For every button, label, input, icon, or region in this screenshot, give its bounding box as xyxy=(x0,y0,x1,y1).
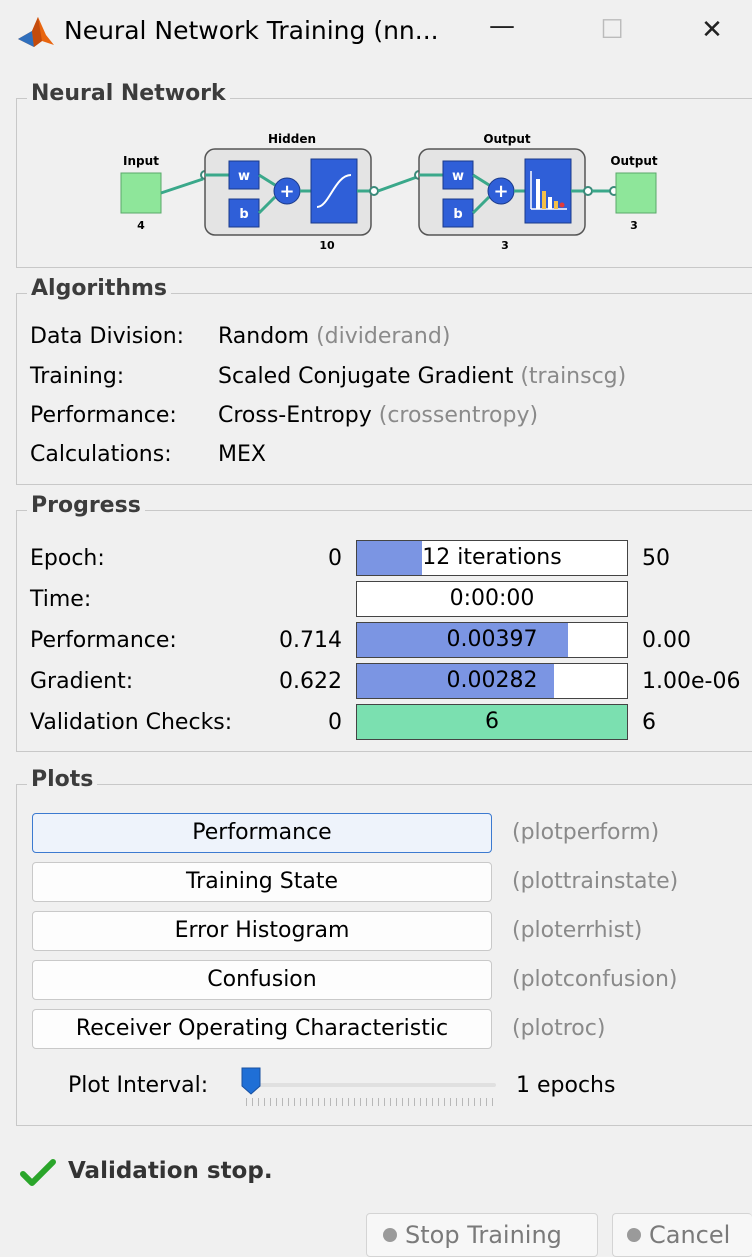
connector-line xyxy=(377,175,418,193)
output-bias-label: b xyxy=(453,207,462,222)
progress-start-performance: 0.714 xyxy=(279,628,342,653)
output-weight-label: w xyxy=(452,169,464,184)
plot-interval-value: 1 epochs xyxy=(516,1073,616,1098)
algo-value-calculations: MEX xyxy=(218,442,266,467)
algo-value-performance: Cross-Entropy (crossentropy) xyxy=(218,403,538,428)
algo-fn: (trainscg) xyxy=(520,364,627,389)
window-title: Neural Network Training (nn... xyxy=(64,16,439,45)
matlab-logo-icon xyxy=(18,17,54,47)
progress-label-validation: Validation Checks: xyxy=(30,710,233,735)
algo-value: MEX xyxy=(218,442,266,467)
algo-label-calculations: Calculations: xyxy=(30,442,172,467)
plot-interval-slider-thumb[interactable] xyxy=(240,1066,262,1096)
progress-start-epoch: 0 xyxy=(328,546,342,571)
output-layer-label: Output xyxy=(483,132,531,146)
input-size: 4 xyxy=(137,219,145,232)
stop-dot-icon xyxy=(383,1228,397,1242)
training-state-plot-button[interactable]: Training State xyxy=(32,862,492,902)
progress-end-epoch: 50 xyxy=(642,546,670,571)
algo-fn: (crossentropy) xyxy=(378,403,539,428)
algo-value-training: Scaled Conjugate Gradient (trainscg) xyxy=(218,364,626,389)
network-diagram: Input 4 Hidden w b + 10 Output w b + 3 O… xyxy=(120,132,658,252)
progress-start-validation: 0 xyxy=(328,710,342,735)
status-text: Validation stop. xyxy=(68,1158,273,1184)
progress-bar-gradient: 0.00282 xyxy=(356,663,628,699)
confusion-plot-button[interactable]: Confusion xyxy=(32,960,492,1000)
stop-training-label: Stop Training xyxy=(405,1221,562,1249)
hidden-bias-label: b xyxy=(239,207,248,222)
stop-training-button[interactable]: Stop Training xyxy=(366,1213,598,1257)
plot-fn-label: (ploterrhist) xyxy=(512,918,643,943)
progress-bar-text: 0.00282 xyxy=(446,668,538,693)
progress-label-gradient: Gradient: xyxy=(30,669,134,694)
output-layer-size: 3 xyxy=(501,239,509,252)
output-activation-box xyxy=(524,158,572,224)
cancel-button[interactable]: Cancel xyxy=(612,1213,752,1257)
hidden-activation-box xyxy=(310,158,358,224)
performance-plot-button[interactable]: Performance xyxy=(32,813,492,853)
output-node xyxy=(615,172,657,214)
plot-interval-label: Plot Interval: xyxy=(68,1073,209,1098)
progress-end-gradient: 1.00e-06 xyxy=(642,669,741,694)
cancel-label: Cancel xyxy=(649,1221,731,1249)
algo-value: Scaled Conjugate Gradient xyxy=(218,364,514,389)
progress-bar-text: 12 iterations xyxy=(422,545,562,570)
plus-icon: + xyxy=(493,181,508,202)
close-button[interactable]: ✕ xyxy=(690,10,734,50)
progress-label-epoch: Epoch: xyxy=(30,546,105,571)
plot-fn-label: (plotconfusion) xyxy=(512,967,678,992)
minimize-button[interactable]: — xyxy=(480,6,524,46)
algo-label-data-division: Data Division: xyxy=(30,324,185,349)
plot-interval-slider-track[interactable] xyxy=(246,1083,496,1087)
progress-bar-epoch: 12 iterations xyxy=(356,540,628,576)
progress-label-time: Time: xyxy=(30,587,92,612)
algo-value: Cross-Entropy xyxy=(218,403,372,428)
panel-legend: Progress xyxy=(27,493,145,518)
cancel-dot-icon xyxy=(627,1228,641,1242)
progress-start-gradient: 0.622 xyxy=(279,669,342,694)
algo-value: Random xyxy=(218,324,310,349)
input-node xyxy=(120,172,162,214)
output-size: 3 xyxy=(630,219,638,232)
progress-bar-time: 0:00:00 xyxy=(356,581,628,617)
plot-fn-label: (plottrainstate) xyxy=(512,869,679,894)
title-bar[interactable]: Neural Network Training (nn... — ☐ ✕ xyxy=(0,0,752,64)
connector-dot xyxy=(369,186,379,196)
plot-fn-label: (plotroc) xyxy=(512,1016,606,1041)
progress-end-validation: 6 xyxy=(642,710,656,735)
plus-icon: + xyxy=(279,181,294,202)
panel-legend: Algorithms xyxy=(27,276,172,301)
algo-value-data-division: Random (dividerand) xyxy=(218,324,450,349)
neural-network-panel: Neural Network Input 4 Hidden w b + 10 O… xyxy=(16,81,752,268)
algo-fn: (dividerand) xyxy=(316,324,451,349)
error-histogram-plot-button[interactable]: Error Histogram xyxy=(32,911,492,951)
hidden-weight-label: w xyxy=(238,169,250,184)
progress-bar-text: 0:00:00 xyxy=(449,586,535,611)
connector-line xyxy=(160,177,204,195)
plot-interval-slider-ticks xyxy=(246,1098,496,1106)
input-label: Input xyxy=(123,154,159,168)
output-label: Output xyxy=(610,154,658,168)
algo-label-training: Training: xyxy=(30,364,125,389)
progress-bar-text: 6 xyxy=(485,709,499,734)
connector-dot xyxy=(583,186,593,196)
progress-bar-validation: 6 xyxy=(356,704,628,740)
hidden-size: 10 xyxy=(319,239,335,252)
algo-label-performance: Performance: xyxy=(30,403,177,428)
maximize-button[interactable]: ☐ xyxy=(590,10,634,50)
progress-bar-performance: 0.00397 xyxy=(356,622,628,658)
panel-legend: Plots xyxy=(27,767,98,792)
progress-bar-text: 0.00397 xyxy=(446,627,538,652)
plot-fn-label: (plotperform) xyxy=(512,820,660,845)
hidden-label: Hidden xyxy=(268,132,316,146)
checkmark-icon xyxy=(20,1159,56,1186)
roc-plot-button[interactable]: Receiver Operating Characteristic xyxy=(32,1009,492,1049)
progress-end-performance: 0.00 xyxy=(642,628,691,653)
progress-label-performance: Performance: xyxy=(30,628,177,653)
